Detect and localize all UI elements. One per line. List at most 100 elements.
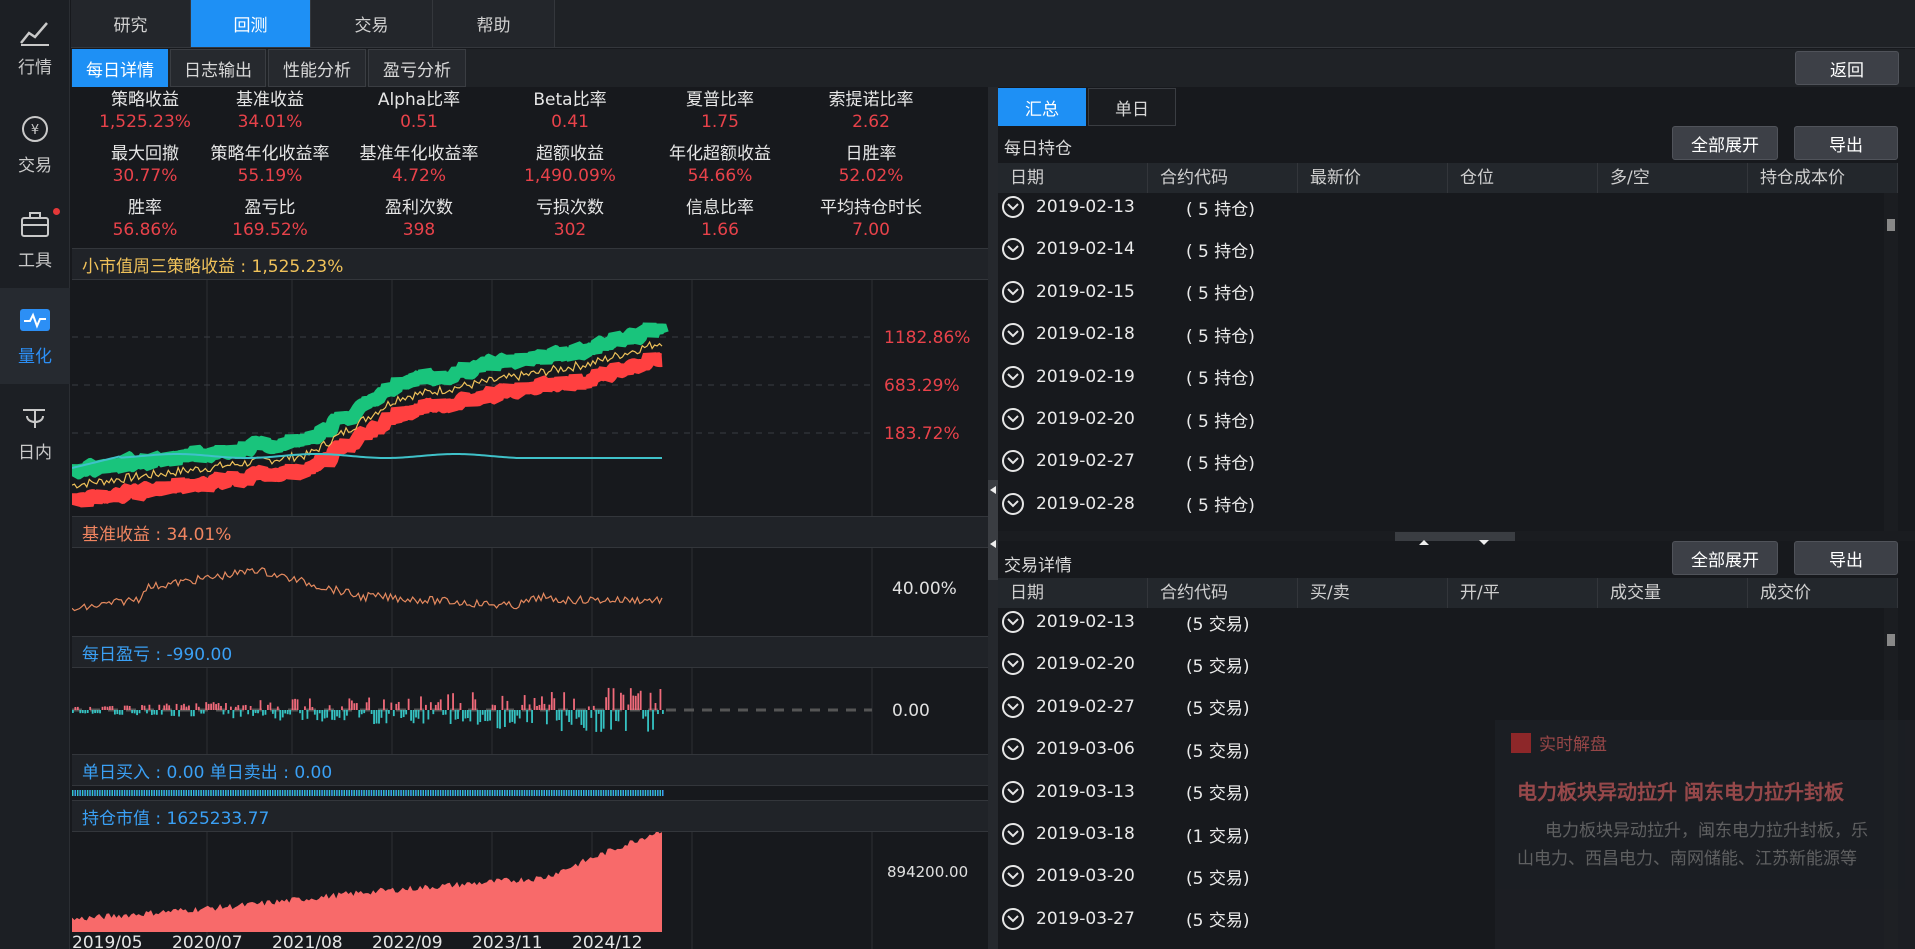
holdings-scrollbar[interactable] (1884, 193, 1898, 531)
pnl-bar (286, 710, 289, 715)
holdings-export-button[interactable]: 导出 (1794, 126, 1898, 160)
expand-chevron-icon[interactable] (1002, 738, 1024, 761)
expand-chevron-icon[interactable] (1002, 865, 1024, 888)
expand-chevron-icon[interactable] (1002, 196, 1024, 218)
pnl-bar (570, 710, 573, 725)
pnl-bar (284, 710, 287, 714)
subtab-pnl[interactable]: 盈亏分析 (368, 49, 466, 87)
buy-sell-mark (481, 790, 484, 796)
rail-item-intraday[interactable]: 日内 (0, 384, 70, 480)
back-button[interactable]: 返回 (1795, 51, 1899, 85)
strategy-lower-series (65, 352, 663, 508)
splitter-handle[interactable] (988, 480, 998, 580)
news-popup[interactable]: 实时解盘 电力板块异动拉升 闽东电力拉升封板 电力板块异动拉升，闽东电力拉升封板… (1495, 720, 1915, 949)
expand-chevron-icon[interactable] (1002, 780, 1024, 803)
pnl-bar (622, 694, 625, 710)
tab-summary[interactable]: 汇总 (998, 88, 1086, 126)
line-chart-icon (20, 21, 49, 46)
expand-chevron-icon[interactable] (1002, 238, 1024, 261)
tab-help[interactable]: 帮助 (433, 0, 555, 48)
pnl-bar (412, 710, 415, 724)
expand-chevron-icon[interactable] (1002, 611, 1024, 633)
tab-backtest[interactable]: 回测 (191, 0, 311, 48)
strategy-chart-title: 小市值周三策略收益 : 1,525.23% (72, 248, 988, 280)
pnl-bar (331, 710, 334, 720)
tab-research[interactable]: 研究 (71, 0, 191, 48)
expand-chevron-icon[interactable] (1002, 653, 1024, 676)
news-headline[interactable]: 电力板块异动拉升 闽东电力拉升封板 (1517, 776, 1915, 805)
row-count: ( 5 持仓) (1186, 411, 1255, 432)
toolbox-icon (21, 211, 49, 237)
pnl-bar (306, 710, 309, 719)
buy-sell-mark (639, 790, 642, 796)
rail-item-trade[interactable]: ¥ 交易 (0, 96, 70, 192)
subtab-performance[interactable]: 性能分析 (268, 49, 366, 87)
buy-sell-mark (543, 790, 546, 796)
pnl-bar (259, 700, 262, 710)
table-row[interactable]: 2019-02-18 ( 5 持仓) (998, 313, 1878, 355)
expand-chevron-icon[interactable] (1002, 695, 1024, 718)
horizontal-splitter-handle[interactable] (1395, 532, 1515, 545)
table-row[interactable]: 2019-02-20 (5 交易) (998, 643, 1878, 685)
subtab-log[interactable]: 日志输出 (170, 49, 266, 87)
pnl-bar (484, 710, 487, 721)
tab-trade[interactable]: 交易 (311, 0, 433, 48)
buy-sell-mark (346, 790, 348, 796)
pnl-bar (365, 702, 368, 710)
pnl-bar (600, 710, 603, 732)
pnl-bar (175, 703, 178, 710)
table-row[interactable]: 2019-02-13 (5 交易) (998, 601, 1878, 643)
expand-chevron-icon[interactable] (1002, 823, 1024, 845)
table-row[interactable]: 2019-02-15 ( 5 持仓) (998, 271, 1878, 313)
pnl-bar (128, 705, 131, 710)
y-tick-label: 683.29% (884, 376, 960, 396)
pnl-bar (133, 710, 136, 714)
daily-pnl-chart: 0.00 (72, 668, 988, 754)
buy-sell-mark (590, 790, 592, 796)
pnl-bar (390, 702, 393, 710)
pnl-bar (131, 710, 134, 714)
rail-item-tools[interactable]: 工具 (0, 192, 70, 288)
buy-sell-mark (383, 790, 385, 796)
buy-sell-mark (121, 790, 123, 796)
rail-item-quant[interactable]: 量化 (0, 288, 70, 384)
pnl-bar (378, 710, 380, 724)
buy-sell-chart (72, 786, 988, 800)
rail-item-market[interactable]: 行情 (0, 0, 70, 96)
buy-sell-mark (72, 790, 74, 796)
pnl-bar (642, 710, 645, 719)
table-row[interactable]: 2019-02-20 ( 5 持仓) (998, 398, 1878, 440)
tab-single-day[interactable]: 单日 (1088, 88, 1176, 126)
pnl-bar (126, 705, 129, 710)
expand-chevron-icon[interactable] (1002, 408, 1024, 430)
buy-sell-mark (484, 790, 486, 796)
buy-sell-mark (657, 790, 659, 796)
table-row[interactable]: 2019-02-27 ( 5 持仓) (998, 440, 1878, 482)
buy-sell-mark (518, 790, 521, 796)
buy-sell-mark (146, 790, 148, 796)
pnl-bar (427, 710, 430, 720)
expand-chevron-icon[interactable] (1002, 323, 1024, 346)
holdings-expand-all-button[interactable]: 全部展开 (1672, 126, 1778, 160)
expand-chevron-icon[interactable] (1002, 365, 1024, 388)
expand-chevron-icon[interactable] (1002, 492, 1024, 515)
buy-sell-mark (353, 790, 355, 796)
pnl-bar (271, 710, 274, 714)
table-row[interactable]: 2019-02-13 ( 5 持仓) (998, 186, 1878, 228)
trades-expand-all-button[interactable]: 全部展开 (1672, 541, 1778, 575)
pnl-bar (109, 706, 111, 710)
buy-sell-mark (659, 790, 662, 796)
table-row[interactable]: 2019-02-19 ( 5 持仓) (998, 356, 1878, 398)
pnl-bar (264, 710, 267, 715)
expand-chevron-icon[interactable] (1002, 450, 1024, 473)
buy-sell-mark (296, 790, 299, 796)
expand-chevron-icon[interactable] (1002, 280, 1024, 303)
table-row[interactable]: 2019-02-14 ( 5 持仓) (998, 228, 1878, 270)
subtab-daily-detail[interactable]: 每日详情 (72, 49, 168, 87)
metric-item: 信息比率 1.66 (645, 197, 795, 241)
table-row[interactable]: 2019-02-28 ( 5 持仓) (998, 483, 1878, 525)
buy-sell-mark (178, 790, 180, 796)
expand-chevron-icon[interactable] (1002, 907, 1024, 930)
trades-export-button[interactable]: 导出 (1794, 541, 1898, 575)
pnl-bar (590, 710, 593, 718)
